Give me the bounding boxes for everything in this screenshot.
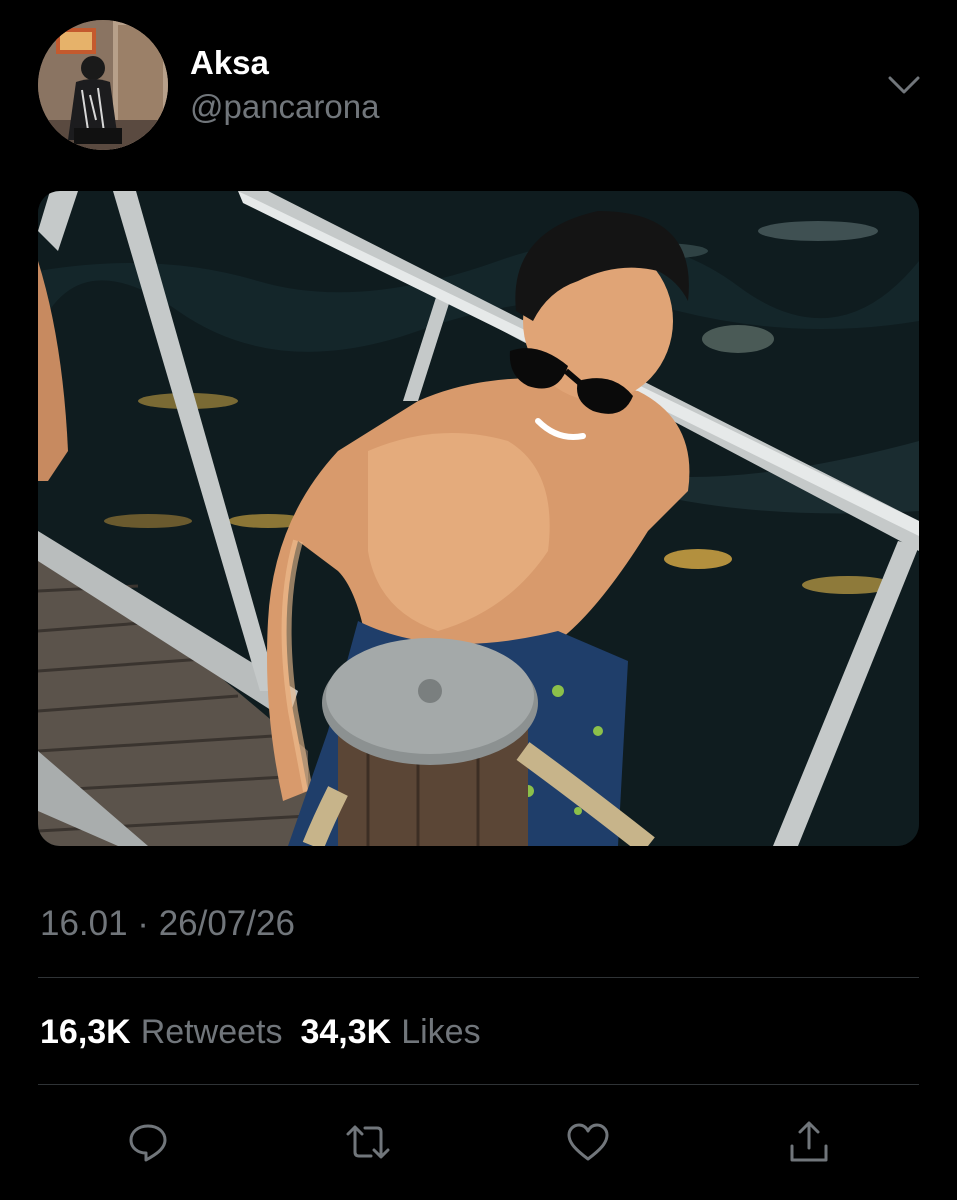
share-icon[interactable] <box>783 1116 835 1168</box>
retweet-icon[interactable] <box>342 1116 394 1168</box>
retweets-label: Retweets <box>140 1013 283 1051</box>
profile-photo <box>38 20 168 150</box>
tweet-detail: Aksa @pancarona 16.01 · 26/07/26 16,3K R… <box>0 0 957 1200</box>
photo-content <box>38 191 919 846</box>
reply-icon[interactable] <box>122 1116 174 1168</box>
retweets-count: 16,3K <box>40 1013 131 1051</box>
tweet-photo[interactable] <box>38 191 919 846</box>
tweet-timestamp[interactable]: 16.01 · 26/07/26 <box>40 904 295 944</box>
divider <box>38 1084 919 1085</box>
display-name[interactable]: Aksa <box>190 44 269 82</box>
likes-count: 34,3K <box>300 1013 392 1051</box>
retweets-stat[interactable]: 16,3K Retweets <box>40 1013 282 1052</box>
user-handle[interactable]: @pancarona <box>190 88 379 126</box>
likes-stat[interactable]: 34,3K Likes <box>300 1013 480 1052</box>
tweet-stats: 16,3K Retweets 34,3K Likes <box>40 1013 481 1052</box>
chevron-down-icon[interactable] <box>884 70 924 102</box>
divider <box>38 977 919 978</box>
likes-label: Likes <box>401 1013 481 1051</box>
like-icon[interactable] <box>562 1116 614 1168</box>
avatar[interactable] <box>38 20 168 150</box>
